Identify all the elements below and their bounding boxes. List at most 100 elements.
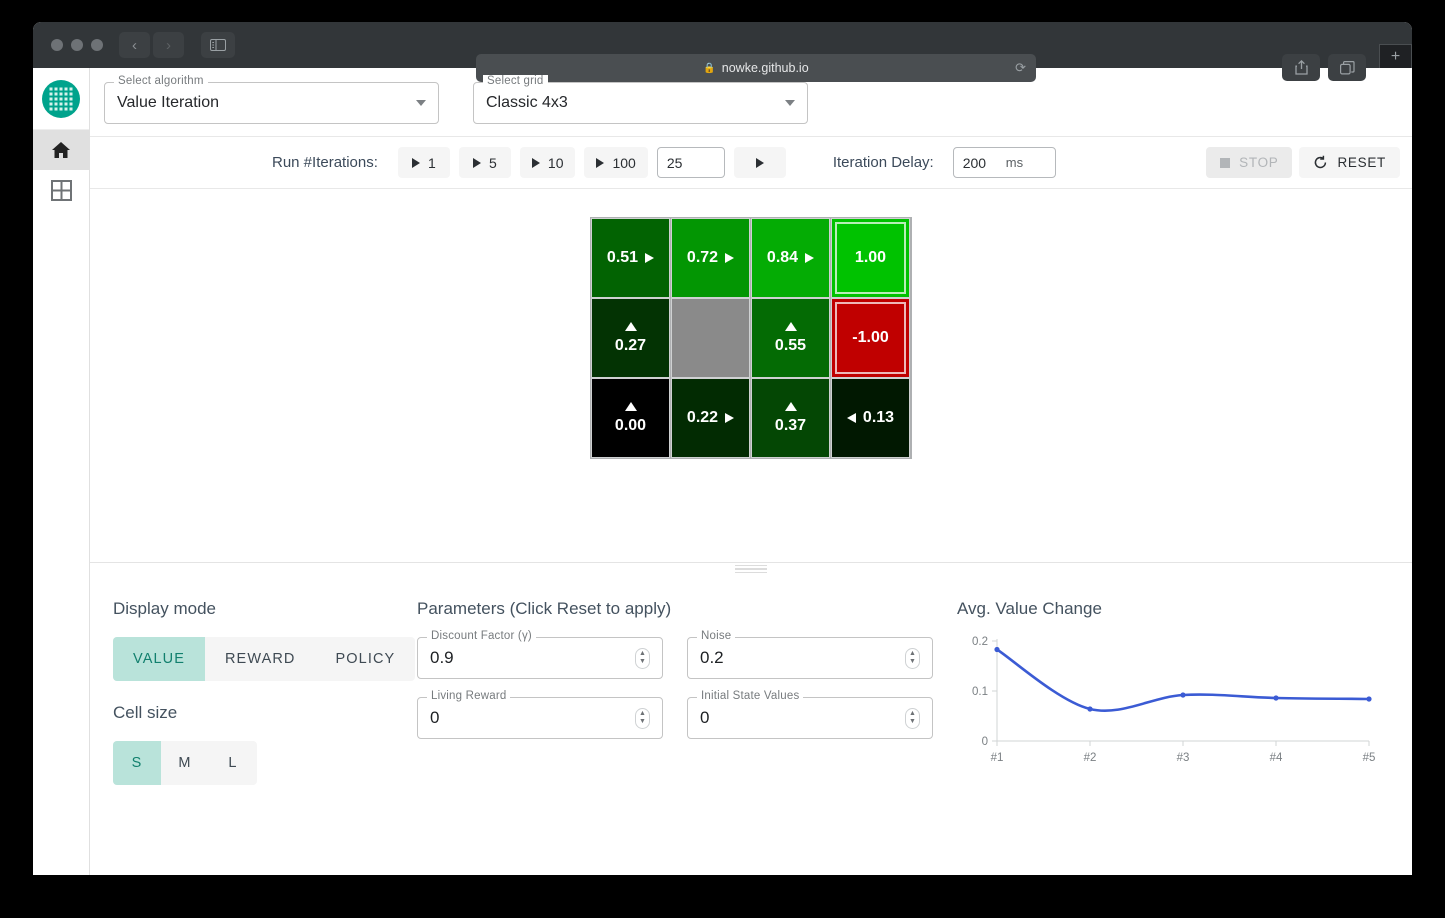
address-bar[interactable]: 🔒 nowke.github.io ⟳ xyxy=(476,54,1036,82)
app-logo[interactable] xyxy=(33,68,89,130)
initial-state-values-input-stepper[interactable]: ▲ ▼ xyxy=(905,707,920,729)
chart-svg: 0 0.1 0.2 #1 #2 #3 #4 #5 xyxy=(972,636,1375,764)
cell-size-toggle-group: SML xyxy=(113,741,257,785)
back-button[interactable]: ‹ xyxy=(119,32,150,58)
arrow-up-icon xyxy=(624,321,637,331)
display-mode-option-value[interactable]: VALUE xyxy=(113,637,205,681)
stop-button[interactable]: STOP xyxy=(1206,147,1293,178)
display-settings-column: Display mode VALUE REWARD POLICY Cell size… xyxy=(90,599,417,875)
reset-button[interactable]: RESET xyxy=(1299,147,1400,178)
grid-cell[interactable] xyxy=(671,298,750,378)
toolbar-actions: STOP RESET xyxy=(1206,147,1400,178)
discount-factor-input-label: Discount Factor (γ) xyxy=(427,630,536,642)
run-10-button[interactable]: 10 xyxy=(519,147,576,178)
browser-titlebar: ‹ › 🔒 nowke.github.io ⟳ + xyxy=(33,22,1412,82)
discount-factor-input-stepper[interactable]: ▲ ▼ xyxy=(635,647,650,669)
grid-cell-value-row: 1.00 xyxy=(855,249,886,267)
grid-cell-value: -1.00 xyxy=(852,329,889,346)
cell-size-option-s[interactable]: S xyxy=(113,741,161,785)
living-reward-input[interactable]: Living Reward 0 ▲ ▼ xyxy=(417,690,663,739)
cell-size-title: Cell size xyxy=(113,703,178,722)
play-icon xyxy=(473,157,481,168)
tab-overview-button[interactable] xyxy=(1328,54,1366,81)
reset-label: RESET xyxy=(1337,155,1386,170)
living-reward-input-value: 0 xyxy=(430,708,440,727)
grid-cell[interactable]: 0.13 xyxy=(831,378,910,458)
chevron-down-icon xyxy=(785,100,795,106)
display-mode-title: Display mode xyxy=(113,599,216,618)
iteration-delay-field[interactable]: ms xyxy=(952,147,1056,178)
chart-y-tick-label: 0.1 xyxy=(972,686,988,698)
grid-cell[interactable]: 0.51 xyxy=(591,218,670,298)
maximize-window-button[interactable] xyxy=(91,39,103,51)
grid-cell[interactable]: 0.72 xyxy=(671,218,750,298)
grid-cell-value: 0.55 xyxy=(774,336,807,354)
run-100-button[interactable]: 100 xyxy=(584,147,648,178)
chart-column: Avg. Value Change 0 0.1 0.2 #1 #2 #3 #4 #5 xyxy=(957,599,1412,875)
iteration-delay-input[interactable] xyxy=(953,154,1006,171)
noise-input-value: 0.2 xyxy=(700,648,724,667)
algorithm-select-value: Value Iteration xyxy=(117,94,219,111)
custom-iterations-input[interactable] xyxy=(656,147,725,178)
initial-state-values-input-label: Initial State Values xyxy=(697,690,804,702)
living-reward-input-stepper[interactable]: ▲ ▼ xyxy=(635,707,650,729)
grid-cell[interactable]: 1.00 xyxy=(831,218,910,298)
sidebar-item-home[interactable] xyxy=(33,130,89,170)
chart-x-tick-label: #1 xyxy=(991,752,1004,764)
grid-cell[interactable]: 0.37 xyxy=(751,378,830,458)
noise-input[interactable]: Noise 0.2 ▲ ▼ xyxy=(687,630,933,679)
home-icon xyxy=(52,142,70,158)
grid-cell-value: 0.00 xyxy=(614,416,647,434)
noise-input-stepper[interactable]: ▲ ▼ xyxy=(905,647,920,669)
grid-cell-value: 0.27 xyxy=(614,336,647,354)
initial-state-values-input-value: 0 xyxy=(700,708,710,727)
grid-cell[interactable]: 0.00 xyxy=(591,378,670,458)
algorithm-select[interactable]: Select algorithm Value Iteration xyxy=(104,75,439,124)
grid-cell-value: 0.37 xyxy=(774,416,807,434)
algorithm-select-label: Select algorithm xyxy=(114,75,208,87)
new-tab-button[interactable]: + xyxy=(1379,44,1412,68)
chart-x-tick-label: #3 xyxy=(1177,752,1190,764)
grid-cell-value: 0.51 xyxy=(606,249,639,266)
grid-cell-value-row: 0.00 xyxy=(615,417,646,435)
grid-select[interactable]: Select grid Classic 4x3 xyxy=(473,75,808,124)
cell-size-option-m[interactable]: M xyxy=(161,741,209,785)
iteration-delay-label: Iteration Delay: xyxy=(832,154,934,171)
grid-cell[interactable]: -1.00 xyxy=(831,298,910,378)
chart-y-tick-label: 0.2 xyxy=(972,636,988,648)
grid-cell[interactable]: 0.55 xyxy=(751,298,830,378)
discount-factor-input[interactable]: Discount Factor (γ) 0.9 ▲ ▼ xyxy=(417,630,663,679)
chart-data-point xyxy=(1273,695,1279,701)
run-custom-button[interactable] xyxy=(733,147,786,178)
cell-size-option-l[interactable]: L xyxy=(209,741,257,785)
display-mode-option-policy[interactable]: POLICY xyxy=(316,637,416,681)
grid-visualization-area: 0.51 0.72 0.84 1.00 0.27 0.55 -1.00 0.00 0.22 0.3… xyxy=(90,189,1412,562)
panel-divider[interactable] xyxy=(90,562,1412,575)
grid-cell-value: 1.00 xyxy=(854,249,887,266)
share-button[interactable] xyxy=(1282,54,1320,81)
reload-icon[interactable]: ⟳ xyxy=(1015,60,1026,76)
grid-cell-value-row: 0.27 xyxy=(615,337,646,355)
forward-button[interactable]: › xyxy=(153,32,184,58)
grid-cell[interactable]: 0.22 xyxy=(671,378,750,458)
run-1-button[interactable]: 1 xyxy=(397,147,450,178)
share-icon xyxy=(1294,60,1308,75)
lock-icon: 🔒 xyxy=(703,62,716,74)
refresh-icon xyxy=(1315,155,1327,169)
chart-line-series xyxy=(995,648,1371,712)
chevron-up-icon: ▲ xyxy=(639,650,646,657)
arrow-left-icon xyxy=(846,413,856,423)
grid-cell[interactable]: 0.27 xyxy=(591,298,670,378)
minimize-window-button[interactable] xyxy=(71,39,83,51)
run-5-button[interactable]: 5 xyxy=(458,147,511,178)
sidebar-item-grid[interactable] xyxy=(33,170,89,210)
grid-cell-value-row: 0.84 xyxy=(766,249,815,267)
sidebar-toggle-button[interactable] xyxy=(201,32,235,58)
grid-cell-value: 0.84 xyxy=(766,249,799,266)
play-icon xyxy=(531,157,540,168)
close-window-button[interactable] xyxy=(51,39,63,51)
display-mode-option-reward[interactable]: REWARD xyxy=(205,637,316,681)
arrow-right-icon xyxy=(645,253,655,263)
initial-state-values-input[interactable]: Initial State Values 0 ▲ ▼ xyxy=(687,690,933,739)
grid-cell[interactable]: 0.84 xyxy=(751,218,830,298)
